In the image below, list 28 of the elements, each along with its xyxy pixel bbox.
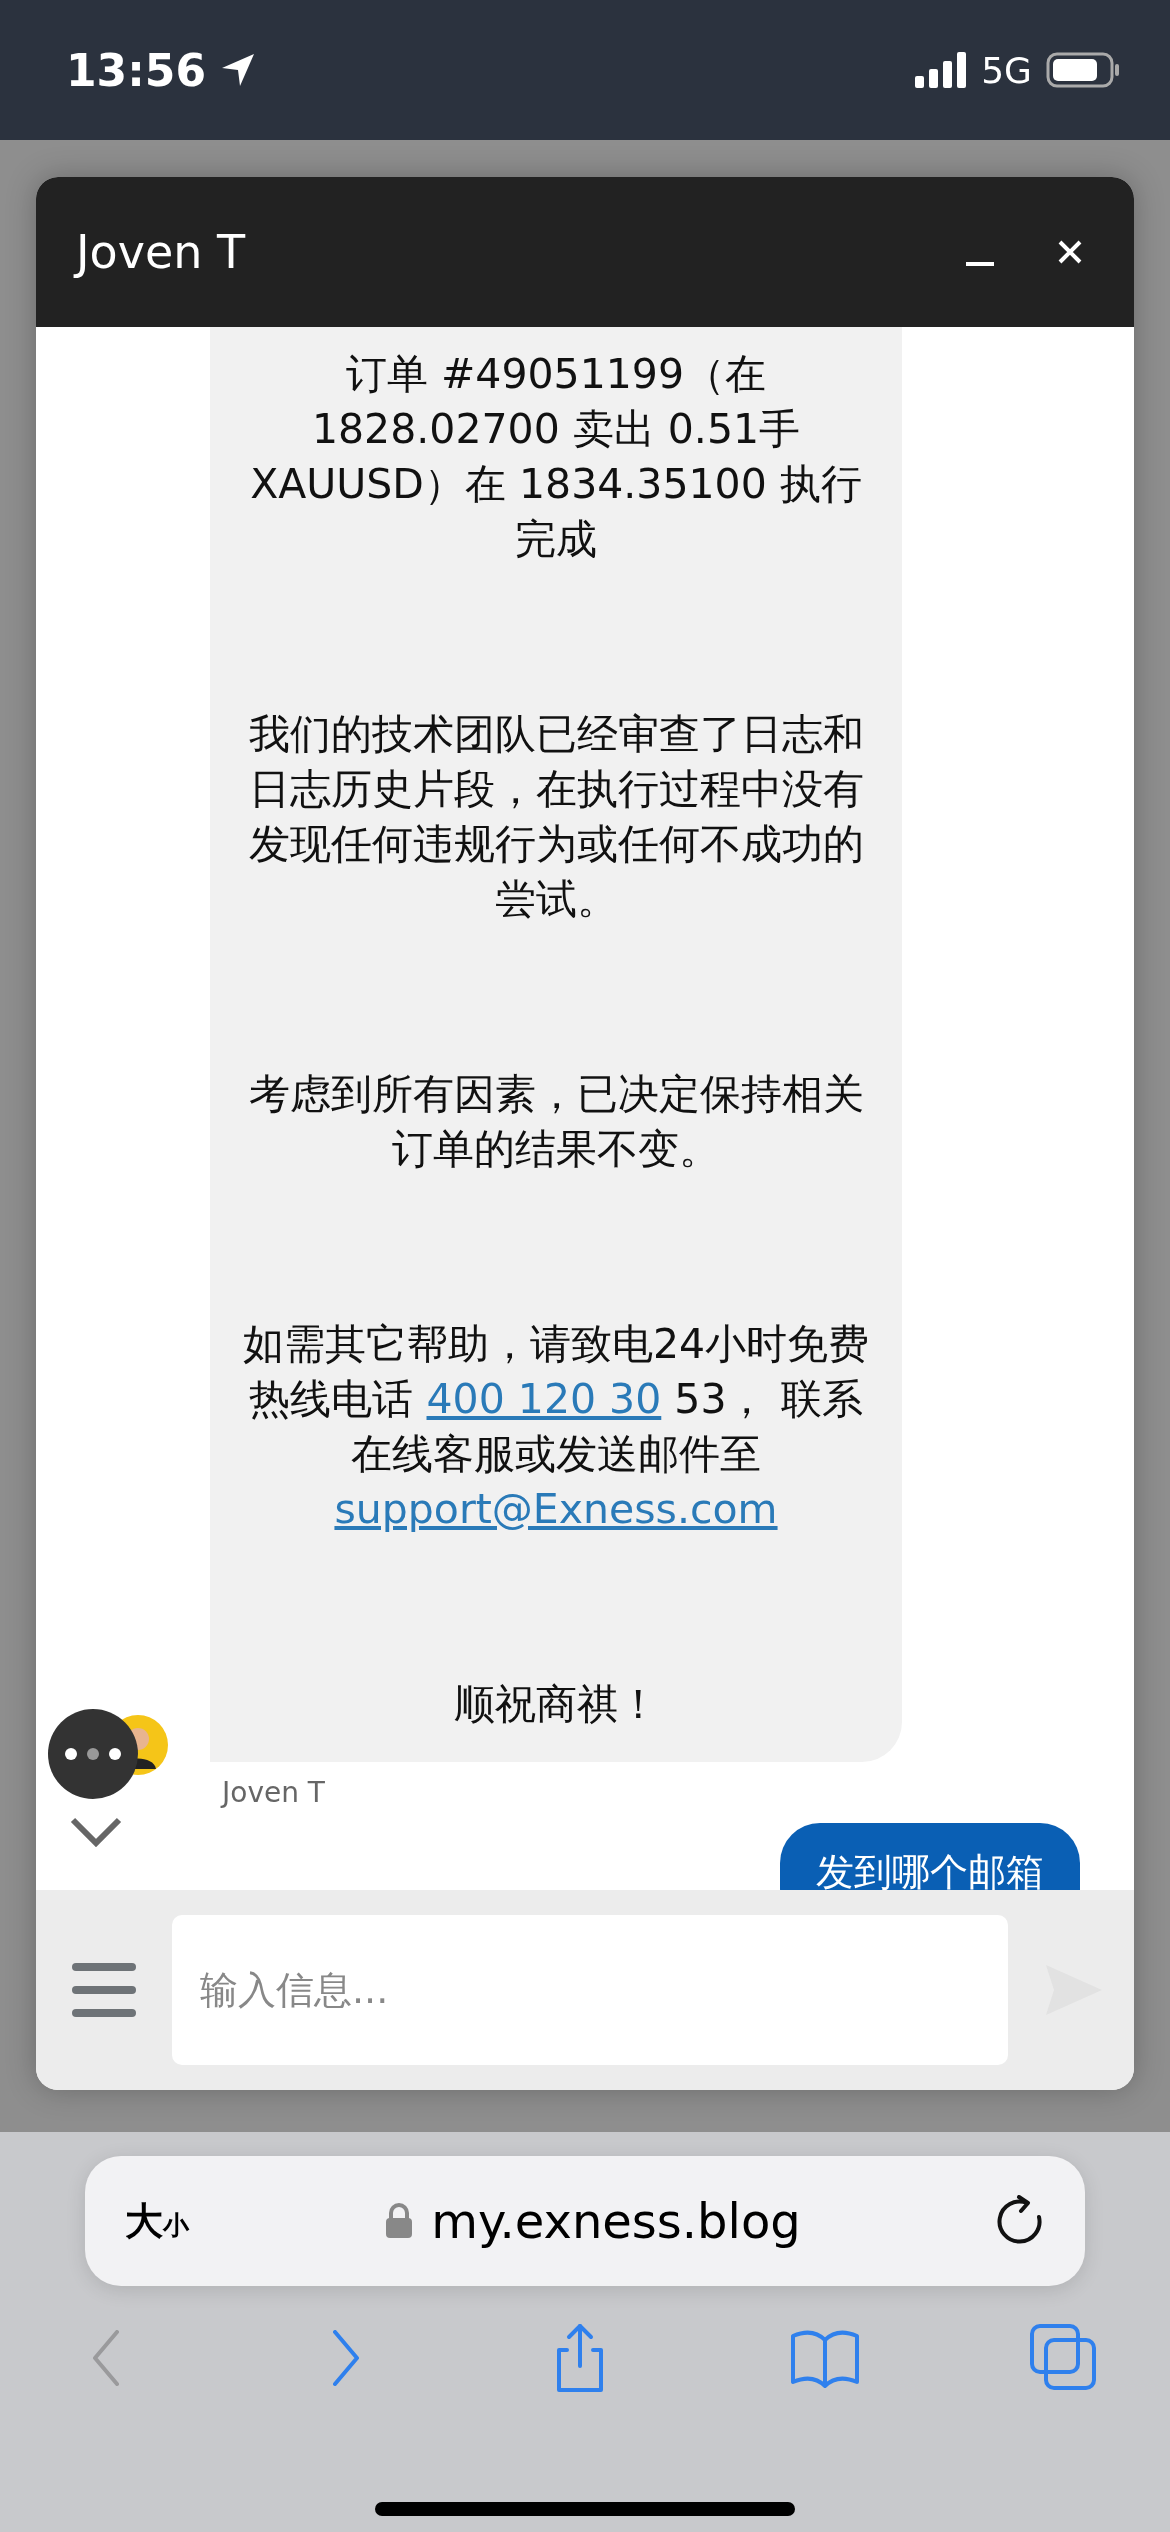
lock-icon — [385, 2203, 414, 2239]
message-input[interactable]: 输入信息... — [172, 1915, 1008, 2065]
message-paragraph: 顺祝商祺！ — [452, 1679, 660, 1730]
back-icon — [93, 2330, 119, 2386]
message-paragraph: 如需其它帮助，请致电24小时免费热线电话 400 120 30 53， 联系在线客服或发送邮件至 support@Exness.com — [241, 1319, 871, 1535]
message-link[interactable]: 400 120 30 — [426, 1375, 662, 1423]
url-text: my.exness.blog — [431, 2193, 801, 2249]
message-paragraph: 订单 #49051199（在 1828.02700 卖出 0.51手 XAUUSD）在 1834.35100 执行完成 — [249, 349, 863, 565]
message-paragraph: 我们的技术团队已经审查了日志和日志历史片段，在执行过程中没有发现任何违规行为或任何不成功的尝试。 — [247, 709, 865, 925]
signal-icon — [915, 52, 968, 88]
minimize-icon — [964, 262, 996, 266]
message-paragraph: 考虑到所有因素，已决定保持相关订单的结果不变。 — [247, 1069, 865, 1175]
location-arrow-icon — [220, 52, 257, 88]
forward-icon — [332, 2330, 359, 2386]
reload-button[interactable] — [997, 2195, 1045, 2247]
reload-icon — [997, 2195, 1045, 2247]
more-icon — [63, 1747, 123, 1761]
status-time: 13:56 — [66, 44, 207, 96]
close-icon — [1056, 238, 1084, 266]
menu-button[interactable] — [72, 1963, 136, 2017]
battery-icon — [1046, 52, 1120, 88]
sender-name: Joven T — [222, 1776, 326, 1809]
chevron-down-icon[interactable] — [70, 1817, 122, 1847]
menu-icon — [72, 1963, 136, 2017]
address-bar[interactable]: 大小 my.exness.blog — [85, 2156, 1085, 2286]
text-size-button[interactable]: 大小 — [125, 2195, 189, 2247]
network-label: 5G — [981, 49, 1032, 91]
message-link[interactable]: support@Exness.com — [334, 1485, 778, 1533]
